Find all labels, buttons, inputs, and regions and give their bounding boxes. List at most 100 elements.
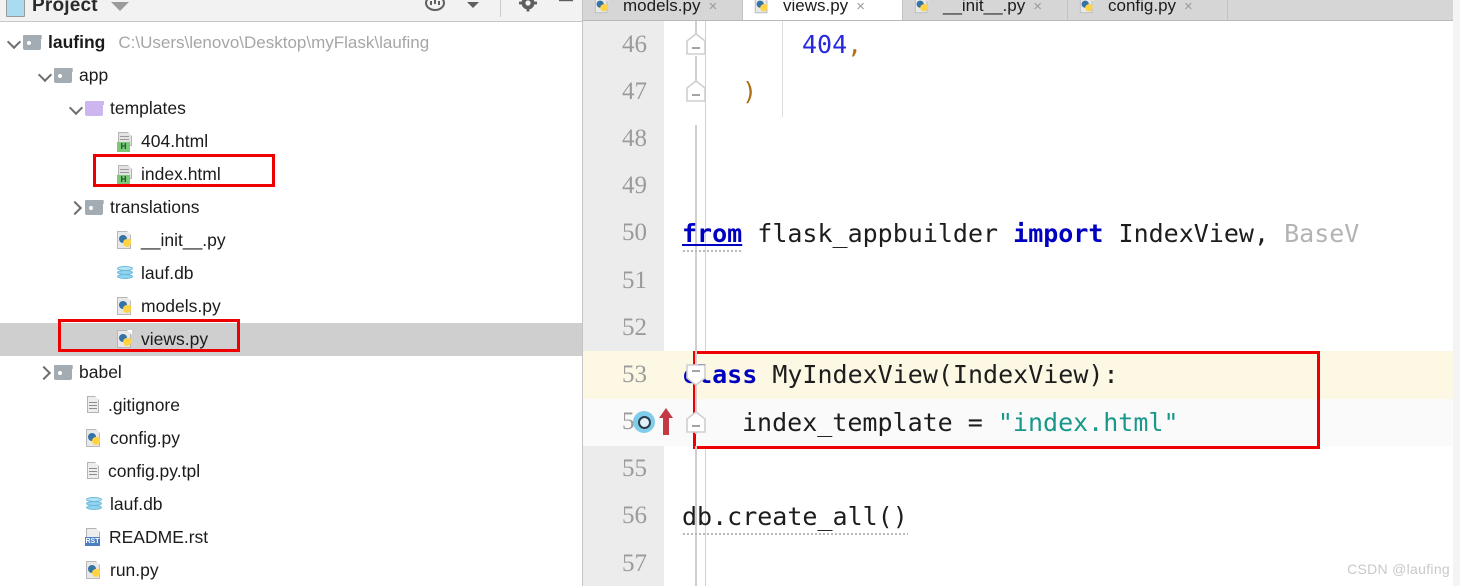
code-line-54[interactable]: 54index_template = "index.html" — [583, 398, 1460, 446]
code-lines[interactable]: 46 404, 47) 48 49 50 from flask_appbuilder imp… — [583, 21, 1460, 586]
chevron-down-icon[interactable] — [110, 2, 129, 11]
project-panel: Project laufing C:\Users\lenovo\Desktop\… — [0, 0, 583, 586]
line-number: 56 — [622, 502, 647, 530]
tree-item-label: .gitignore — [108, 395, 180, 415]
blue-target-icon[interactable] — [633, 411, 655, 434]
html-file-icon: H — [116, 164, 134, 185]
editor-tab-models-py[interactable]: models.py × — [583, 0, 743, 20]
editor-scrollbar[interactable] — [1453, 0, 1460, 586]
folder-gray-icon — [85, 200, 104, 215]
tree-item-label: app — [79, 65, 109, 85]
code-line-57[interactable]: 57 — [583, 540, 1460, 586]
code-token: db.create_all() — [682, 501, 908, 535]
tree-item-label: babel — [79, 362, 122, 382]
close-icon[interactable]: × — [708, 0, 717, 15]
tree-item-readme-rst[interactable]: RST README.rst — [0, 521, 583, 554]
tree-item-babel[interactable]: babel — [0, 356, 583, 389]
code-line-52[interactable]: 52 — [583, 304, 1460, 351]
gear-icon[interactable] — [517, 0, 539, 19]
fold-end-icon[interactable] — [684, 33, 708, 56]
tree-item-index-html[interactable]: Hindex.html — [0, 158, 583, 191]
tab-label: models.py — [623, 0, 701, 15]
tree-item-app[interactable]: app — [0, 59, 583, 92]
tree-item-label: lauf.db — [110, 494, 163, 514]
chevron-down-icon[interactable] — [6, 34, 23, 51]
tree-item-translations[interactable]: translations — [0, 191, 583, 224]
editor-tab-bar[interactable]: models.py × views.py × __init__.py × config.py… — [583, 0, 1460, 21]
fold-start-icon[interactable] — [684, 363, 708, 387]
panel-divider[interactable] — [582, 0, 583, 586]
tree-item-label: __init__.py — [141, 230, 226, 250]
code-line-48[interactable]: 48 — [583, 115, 1460, 162]
code-line-50[interactable]: 50 from flask_appbuilder import IndexView… — [583, 210, 1460, 257]
fold-end-icon[interactable] — [684, 80, 708, 103]
code-token: import — [1013, 218, 1104, 248]
tree-item-config-py[interactable]: config.py — [0, 422, 583, 455]
code-text: class MyIndexView(IndexView): — [664, 360, 1119, 389]
code-line-56[interactable]: 56 db.create_all() — [583, 493, 1460, 540]
rst-file-icon: RST — [85, 528, 102, 547]
tree-item-404-html[interactable]: H 404.html — [0, 125, 583, 158]
editor-tab---init---py[interactable]: __init__.py × — [903, 0, 1068, 20]
editor-tab-views-py[interactable]: views.py × — [743, 0, 903, 20]
collapse-all-icon[interactable] — [462, 0, 484, 19]
code-line-51[interactable]: 51 — [583, 257, 1460, 304]
tab-label: views.py — [783, 0, 849, 15]
fold-end-icon[interactable] — [684, 410, 708, 434]
target-icon[interactable] — [424, 0, 446, 19]
tree-item--gitignore[interactable]: .gitignore — [0, 389, 583, 422]
python-file-icon — [1079, 0, 1095, 15]
project-tree[interactable]: laufing C:\Users\lenovo\Desktop\myFlask\l… — [0, 22, 583, 586]
text-file-icon — [85, 396, 101, 415]
tree-item-label: laufing — [48, 32, 106, 52]
ide-window: Project laufing C:\Users\lenovo\Desktop\… — [0, 0, 1460, 586]
code-text: from flask_appbuilder import IndexView, … — [664, 218, 1360, 252]
python-file-icon — [914, 0, 930, 15]
tree-item---init---py[interactable]: __init__.py — [0, 224, 583, 257]
folder-gray-icon — [54, 365, 73, 380]
python-file-icon — [116, 329, 134, 350]
python-file-icon — [594, 0, 610, 15]
chevron-down-icon[interactable] — [37, 67, 54, 84]
project-title-group[interactable]: Project — [6, 0, 129, 17]
text-file-icon — [85, 462, 101, 481]
close-icon[interactable]: × — [1033, 0, 1042, 15]
tree-item-views-py[interactable]: views.py — [0, 323, 583, 356]
tree-item-lauf-db[interactable]: lauf.db — [0, 488, 583, 521]
code-token: BaseV — [1284, 218, 1360, 248]
code-editor: models.py × views.py × __init__.py × config.py… — [583, 0, 1460, 586]
code-line-49[interactable]: 49 — [583, 163, 1460, 210]
chevron-right-icon[interactable] — [37, 364, 54, 381]
tree-item-lauf-db[interactable]: lauf.db — [0, 257, 583, 290]
code-line-53[interactable]: 53 class MyIndexView(IndexView): — [583, 351, 1460, 399]
tree-item-label: templates — [110, 98, 186, 118]
editor-tab-config-py[interactable]: config.py × — [1068, 0, 1228, 20]
code-token: MyIndexView(IndexView): — [757, 360, 1119, 390]
code-canvas[interactable]: 46 404, 47) 48 49 50 from flask_appbuilder imp… — [583, 21, 1460, 586]
code-line-47[interactable]: 47) — [583, 68, 1460, 115]
tree-item-laufing[interactable]: laufing C:\Users\lenovo\Desktop\myFlask\l… — [0, 26, 583, 59]
tree-item-models-py[interactable]: models.py — [0, 290, 583, 323]
chevron-right-icon[interactable] — [68, 199, 85, 216]
code-line-46[interactable]: 46 404, — [583, 21, 1460, 68]
tree-item-label: config.py.tpl — [108, 461, 201, 481]
close-icon[interactable]: × — [856, 0, 865, 15]
code-token: flask_appbuilder — [742, 218, 1014, 248]
tree-item-run-py[interactable]: run.py — [0, 554, 583, 586]
tree-item-path: C:\Users\lenovo\Desktop\myFlask\laufing — [118, 32, 430, 52]
tree-item-templates[interactable]: templates — [0, 92, 583, 125]
tab-label: __init__.py — [943, 0, 1026, 15]
line-number: 57 — [622, 549, 647, 577]
close-icon[interactable]: × — [1184, 0, 1193, 15]
line-number: 46 — [622, 30, 647, 58]
minimize-icon[interactable] — [555, 0, 577, 19]
chevron-down-icon[interactable] — [68, 100, 85, 117]
line-number: 48 — [622, 124, 647, 152]
folder-gray-icon — [23, 35, 42, 50]
tree-item-config-py-tpl[interactable]: config.py.tpl — [0, 455, 583, 488]
code-line-55[interactable]: 55 — [583, 446, 1460, 493]
